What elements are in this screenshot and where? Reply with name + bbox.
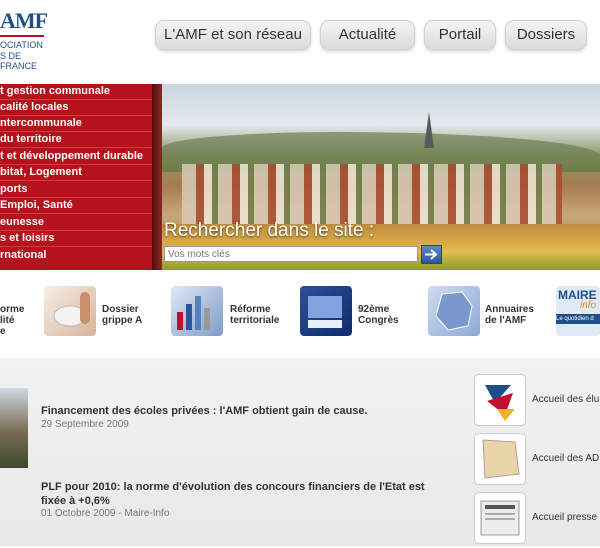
ad-map-icon[interactable] — [474, 433, 526, 485]
chart-icon — [171, 286, 223, 336]
logo-line-1: OCIATION — [0, 40, 43, 50]
tab-dossiers[interactable]: Dossiers — [505, 20, 587, 50]
church-steeple — [424, 112, 434, 148]
menu-item-developpement-durable[interactable]: t et développement durable — [0, 149, 152, 165]
shortcut-bar: orme lité e Dossier grippe A Réforme territo… — [0, 272, 600, 358]
elus-icon[interactable] — [474, 374, 526, 426]
side-link-ad[interactable]: Accueil des AD — [532, 453, 599, 464]
search-input[interactable] — [164, 246, 418, 262]
news-thumbnail[interactable] — [0, 388, 28, 468]
menu-item-fiscalite-locales[interactable]: calité locales — [0, 100, 152, 116]
menu-item-jeunesse[interactable]: eunesse — [0, 215, 152, 231]
maire-info-sub: info — [580, 300, 597, 311]
tab-amf-reseau[interactable]: L'AMF et son réseau — [155, 20, 311, 50]
thematic-menu: t gestion communale calité locales nterc… — [0, 84, 152, 270]
search-arrow-icon — [425, 249, 438, 260]
news-title-2[interactable]: PLF pour 2010: la norme d'évolution des … — [41, 480, 441, 508]
news-date-1: 29 Septembre 2009 — [41, 419, 129, 430]
amf-logo[interactable]: AMF OCIATION S DE FRANCE — [0, 8, 48, 71]
search-button[interactable] — [421, 245, 442, 264]
menu-shadow — [152, 84, 162, 270]
press-icon[interactable] — [474, 492, 526, 544]
menu-item-habitat-logement[interactable]: bitat, Logement — [0, 165, 152, 181]
site-header: AMF OCIATION S DE FRANCE L'AMF et son ré… — [0, 0, 600, 84]
side-link-presse[interactable]: Accueil presse — [532, 512, 597, 523]
side-link-elus[interactable]: Accueil des élu — [532, 394, 599, 405]
logo-brand: AMF — [0, 8, 48, 33]
congress-screen-icon — [300, 286, 352, 336]
news-title-1[interactable]: Financement des écoles privées : l'AMF o… — [41, 404, 441, 418]
news-section: Financement des écoles privées : l'AMF o… — [0, 358, 600, 546]
tab-portail[interactable]: Portail — [424, 20, 496, 50]
menu-item-transports[interactable]: ports — [0, 182, 152, 198]
france-map-icon — [428, 286, 480, 336]
shortcut-label: orme lité e — [0, 304, 25, 337]
tab-actualite[interactable]: Actualité — [320, 20, 415, 50]
maire-info-tagline: Le quotidien d — [556, 314, 600, 324]
menu-item-intercommunale[interactable]: ntercommunale — [0, 116, 152, 132]
search-label: Rechercher dans le site : — [164, 220, 375, 241]
maire-info-icon: MAIRE info Le quotidien d — [556, 286, 600, 336]
shortcut-label: Dossier grippe A — [102, 304, 143, 326]
menu-item-emploi-sante[interactable]: Emploi, Santé — [0, 198, 152, 214]
menu-item-loisirs[interactable]: s et loisirs — [0, 231, 152, 247]
logo-line-2: S DE FRANCE — [0, 51, 38, 71]
shortcut-label: Réforme territoriale — [230, 304, 280, 326]
village-photo — [162, 84, 600, 270]
shortcut-label: 92ème Congrès — [358, 304, 399, 326]
village-houses — [182, 164, 562, 224]
menu-item-gestion-communale[interactable]: t gestion communale — [0, 84, 152, 100]
menu-item-territoire[interactable]: du territoire — [0, 132, 152, 148]
logo-rule — [0, 35, 44, 37]
mask-hand-icon — [44, 286, 96, 336]
news-date-2: 01 Octobre 2009 - Maire-Info — [41, 508, 170, 519]
menu-item-international[interactable]: rnational — [0, 248, 152, 263]
shortcut-label: Annuaires de l'AMF — [485, 304, 534, 326]
